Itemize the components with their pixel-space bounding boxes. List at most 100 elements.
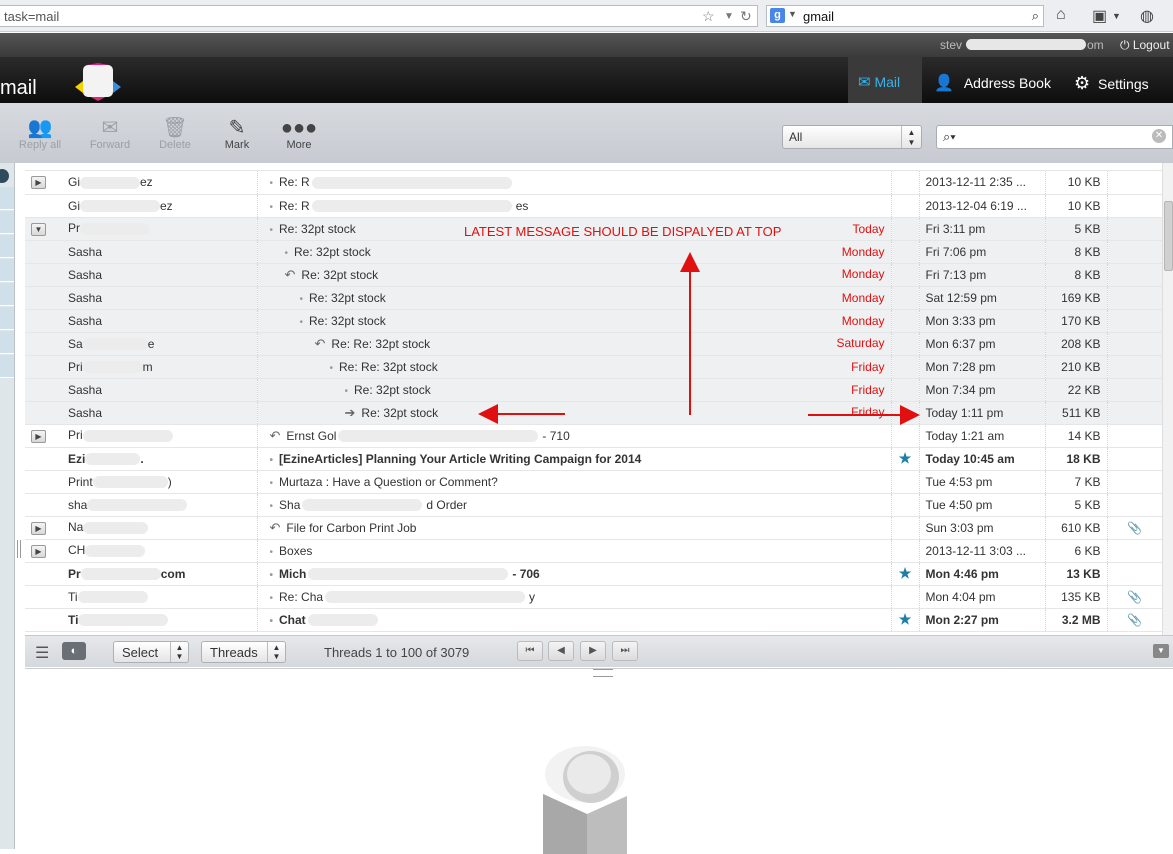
collapse-thread-icon[interactable]: ▼: [31, 222, 46, 236]
subject-cell[interactable]: • Re: R es: [257, 194, 891, 218]
google-icon[interactable]: g: [770, 8, 785, 23]
flag-cell[interactable]: [890, 355, 920, 379]
paperclip-icon[interactable]: 📎: [1127, 613, 1142, 627]
folder-item[interactable]: [0, 235, 14, 258]
preview-resize-grip[interactable]: [593, 669, 613, 677]
flag-cell[interactable]: [890, 493, 920, 517]
first-page-icon[interactable]: ⏮: [517, 641, 543, 661]
from-cell[interactable]: Sasha: [25, 309, 258, 333]
forward-button[interactable]: ✉ Forward: [80, 117, 140, 151]
message-row[interactable]: Ti • Re: Cha y Mon 4:04 pm 135 KB 📎: [25, 585, 1162, 609]
from-cell[interactable]: Sasha: [25, 240, 258, 264]
logout-link[interactable]: ⏻ Logout: [1120, 38, 1170, 53]
pane-splitter[interactable]: [17, 540, 21, 558]
from-cell[interactable]: ▶ Na: [25, 516, 258, 540]
from-cell[interactable]: Sasha: [25, 286, 258, 310]
next-page-icon[interactable]: ▶: [580, 641, 606, 661]
more-button[interactable]: ●●● More: [269, 117, 329, 151]
message-row[interactable]: Ezi. • [EzineArticles] Planning Your Artic…: [25, 447, 1162, 471]
message-row[interactable]: Sasha ↶ Re: 32pt stock Monday Fri 7:13 pm 8 K…: [25, 263, 1162, 287]
address-bar[interactable]: task=mail ☆ ▼ ↻: [0, 5, 758, 27]
bookmarks-icon[interactable]: ▣: [1092, 6, 1107, 26]
subject-cell[interactable]: ↶ File for Carbon Print Job: [257, 516, 891, 540]
flag-cell[interactable]: [890, 516, 920, 540]
subject-cell[interactable]: • Boxes: [257, 539, 891, 563]
message-row[interactable]: Gi ez • Re: R es 2013-12-04 6:19 ... 10 KB: [25, 194, 1162, 218]
message-row[interactable]: ▶ Pri ↶ Ernst Gol - 710 Today 1:21 am 14 KB: [25, 424, 1162, 448]
flag-cell[interactable]: [890, 309, 920, 333]
list-options-icon[interactable]: ☰: [35, 643, 49, 663]
folder-item[interactable]: [0, 355, 14, 378]
search-engine-dropdown-icon[interactable]: ▼: [788, 9, 797, 19]
message-row[interactable]: Sasha • Re: 32pt stock Friday Mon 7:34 pm 22 …: [25, 378, 1162, 402]
last-page-icon[interactable]: ⏭: [612, 641, 638, 661]
expand-thread-icon[interactable]: ▶: [31, 521, 46, 535]
message-row[interactable]: Print) • Murtaza : Have a Question or Comm…: [25, 470, 1162, 494]
from-cell[interactable]: Sa e: [25, 332, 258, 356]
paperclip-icon[interactable]: 📎: [1127, 590, 1142, 604]
bookmarks-dropdown-icon[interactable]: ▼: [1112, 11, 1121, 21]
addon-icon[interactable]: ◍: [1140, 6, 1154, 26]
flag-cell[interactable]: [890, 263, 920, 287]
folder-item[interactable]: [0, 307, 14, 330]
from-cell[interactable]: ▼ Pr: [25, 217, 258, 241]
delete-button[interactable]: 🗑 Delete: [145, 117, 205, 151]
subject-cell[interactable]: • [EzineArticles] Planning Your Article W…: [257, 447, 891, 471]
reply-all-button[interactable]: 👥 Reply all: [10, 117, 70, 151]
clear-search-icon[interactable]: ✕: [1152, 129, 1166, 143]
subject-cell[interactable]: • Re: Cha y: [257, 585, 891, 609]
expand-thread-icon[interactable]: ▶: [31, 429, 46, 443]
list-scrollbar[interactable]: [1162, 163, 1173, 635]
message-row[interactable]: Sasha • Re: 32pt stock Monday Sat 12:59 pm 16…: [25, 286, 1162, 310]
flag-cell[interactable]: [890, 171, 920, 195]
flag-cell[interactable]: [890, 217, 920, 241]
nav-settings[interactable]: ⚙ Settings: [1074, 57, 1173, 103]
from-cell[interactable]: ▶ CH: [25, 539, 258, 563]
flag-cell[interactable]: ★: [890, 608, 920, 632]
message-row[interactable]: ▶ CH • Boxes 2013-12-11 3:03 ... 6 KB: [25, 539, 1162, 563]
subject-cell[interactable]: • Chat: [257, 608, 891, 632]
home-icon[interactable]: ⌂: [1056, 6, 1066, 24]
from-cell[interactable]: Sasha: [25, 378, 258, 402]
expand-thread-icon[interactable]: ▶: [31, 544, 46, 558]
subject-cell[interactable]: • Sha d Order: [257, 493, 891, 517]
subject-cell[interactable]: ↶ Re: 32pt stock Monday: [257, 263, 891, 287]
subject-cell[interactable]: • Re: 32pt stock Monday: [257, 286, 891, 310]
bookmark-star-icon[interactable]: ☆: [702, 8, 715, 25]
flag-cell[interactable]: [890, 470, 920, 494]
flag-cell[interactable]: [890, 240, 920, 264]
subject-cell[interactable]: ↶ Ernst Gol - 710: [257, 424, 891, 448]
select-menu-button[interactable]: Select ▲ ▼: [113, 641, 189, 663]
mark-button[interactable]: ✎ Mark: [207, 117, 267, 151]
flag-cell[interactable]: [890, 194, 920, 218]
flag-star-icon[interactable]: ★: [899, 450, 912, 466]
flag-cell[interactable]: [890, 378, 920, 402]
flag-cell[interactable]: [890, 424, 920, 448]
message-row[interactable]: ▶ Gi ez • Re: R 2013-12-11 2:35 ... 10 KB: [25, 171, 1162, 195]
nav-mail[interactable]: ✉ Mail: [848, 57, 922, 103]
flag-cell[interactable]: [890, 539, 920, 563]
from-cell[interactable]: ▶ Gi ez: [25, 171, 258, 195]
message-row[interactable]: Ti • Chat ★ Mon 2:27 pm 3.2 MB 📎: [25, 608, 1162, 632]
from-cell[interactable]: sha: [25, 493, 258, 517]
from-cell[interactable]: Print): [25, 470, 258, 494]
subject-cell[interactable]: ➔ Re: 32pt stock Friday: [257, 401, 891, 425]
message-row[interactable]: ▶ Na ↶ File for Carbon Print Job Sun 3:03 pm…: [25, 516, 1162, 540]
folder-item[interactable]: [0, 187, 14, 210]
previous-page-icon[interactable]: ◀: [548, 641, 574, 661]
from-cell[interactable]: Sasha: [25, 263, 258, 287]
from-cell[interactable]: ▶ Pri: [25, 424, 258, 448]
mail-filter-select[interactable]: All ▲ ▼: [782, 125, 922, 149]
message-row[interactable]: Pri m • Re: Re: 32pt stock Friday Mon 7:28 pm…: [25, 355, 1162, 379]
from-cell[interactable]: Ti: [25, 585, 258, 609]
message-row[interactable]: sha • Sha d Order Tue 4:50 pm 5 KB: [25, 493, 1162, 517]
browser-search-input[interactable]: g ▼ gmail ⌕: [766, 5, 1044, 27]
search-options-icon[interactable]: ⌕▾: [943, 129, 956, 144]
message-row[interactable]: Pr com • Mich - 706 ★ Mon 4:46 pm 13 KB: [25, 562, 1162, 586]
folder-item[interactable]: [0, 259, 14, 282]
threads-menu-button[interactable]: Threads ▲ ▼: [201, 641, 286, 663]
flag-cell[interactable]: [890, 332, 920, 356]
flag-cell[interactable]: [890, 401, 920, 425]
flag-star-icon[interactable]: ★: [899, 611, 912, 627]
subject-cell[interactable]: • Re: 32pt stock Monday: [257, 309, 891, 333]
